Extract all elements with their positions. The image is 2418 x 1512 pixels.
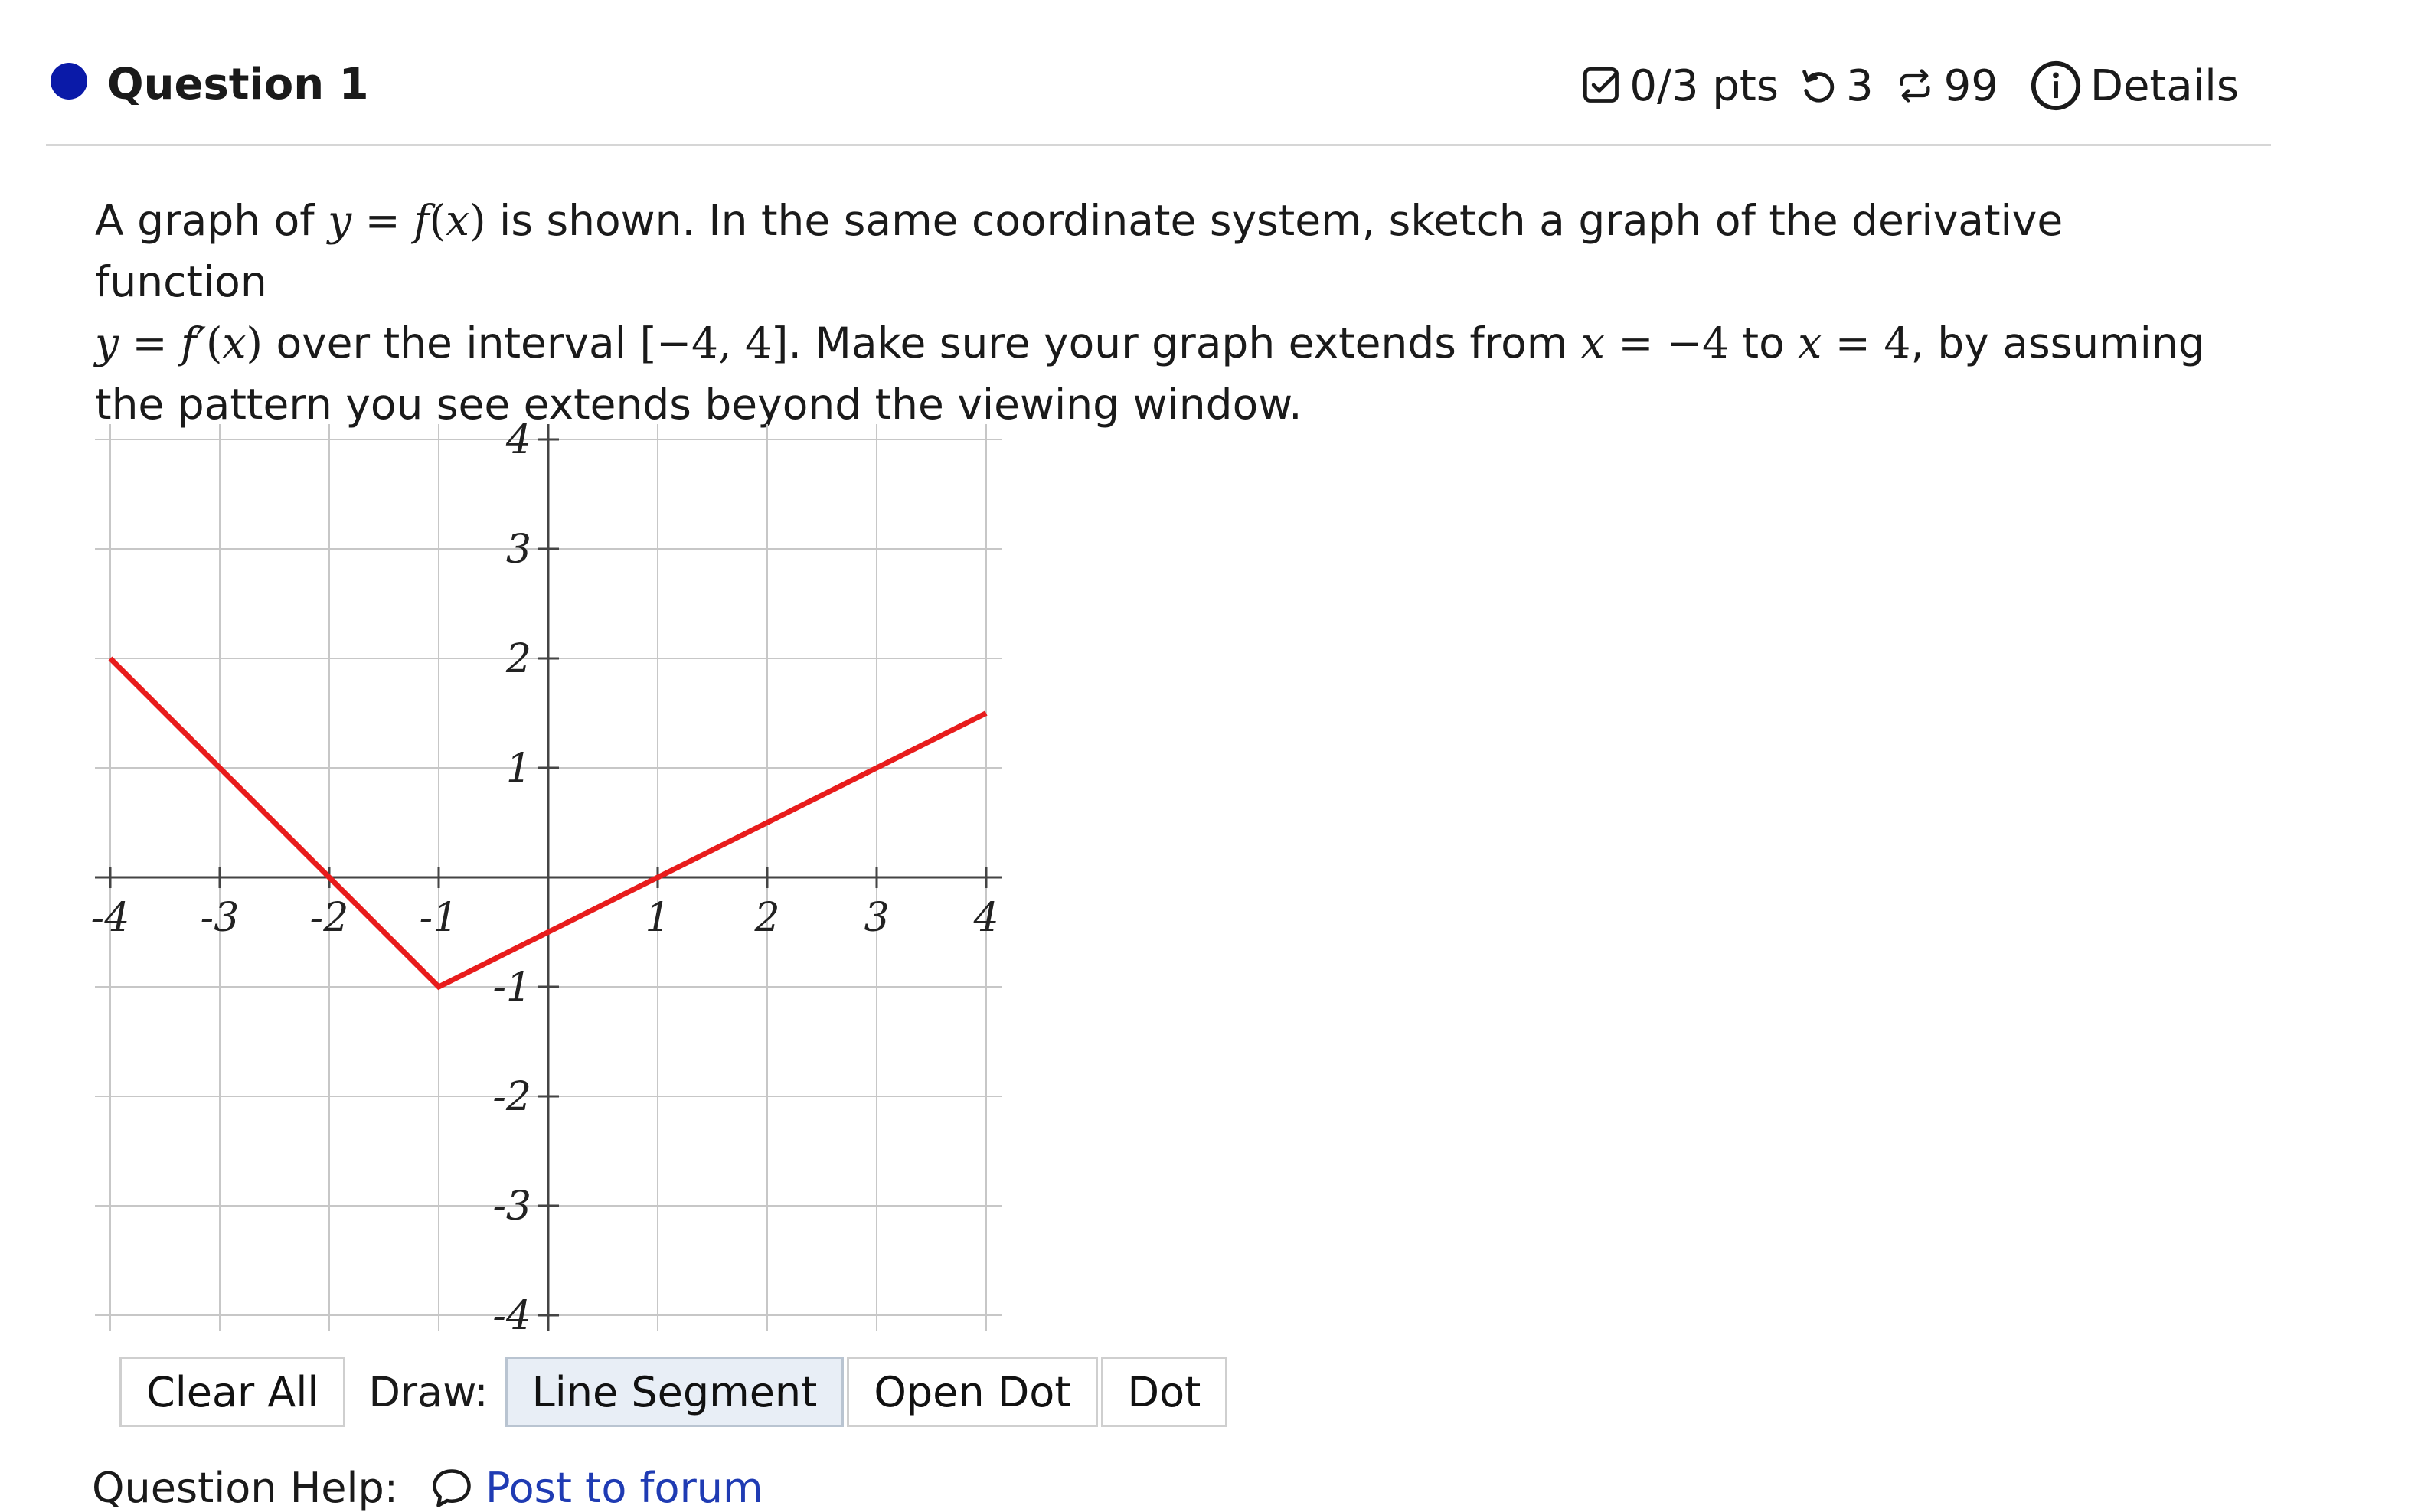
undo-icon [1802, 70, 1835, 103]
math-eq: = [119, 318, 181, 367]
attempts-indicator: 99 [1894, 61, 1998, 111]
y-tick-label: -4 [492, 1293, 531, 1339]
math-eq: = [1822, 318, 1884, 367]
x-tick-label: 2 [753, 895, 779, 941]
math-x: x [1798, 318, 1822, 367]
graph-svg[interactable]: -4 -3 -2 -1 1 2 3 4 -4 -3 -2 -1 1 2 3 4 [77, 413, 1026, 1347]
math-f: f [413, 196, 430, 245]
header-divider [46, 144, 2271, 146]
math-eq: = [351, 196, 414, 245]
points-indicator: 0/3 pts [1582, 61, 1779, 111]
question-header: Question 1 0/3 pts 3 99 Details [0, 0, 2274, 146]
x-tick-label: -1 [420, 895, 459, 941]
retries-indicator: 3 [1799, 61, 1874, 111]
y-tick-label: 4 [505, 417, 531, 463]
checkbox-icon [1583, 67, 1619, 103]
x-tick-label: 3 [864, 895, 889, 941]
math-paren: ( [206, 318, 223, 367]
x-tick-label: -2 [310, 895, 349, 941]
status-dot [51, 63, 87, 100]
math-paren: ( [429, 196, 446, 245]
details-button[interactable]: Details [2029, 59, 2239, 113]
info-icon [2031, 60, 2080, 111]
question-title: Question 1 [107, 60, 369, 109]
math-x: x [446, 196, 470, 245]
y-tick-label: -2 [492, 1074, 531, 1120]
draw-label: Draw: [368, 1367, 489, 1416]
y-tick-label: -1 [492, 965, 531, 1011]
question-help-label: Question Help: [92, 1464, 398, 1512]
attempts-count: 99 [1943, 60, 1998, 111]
math-paren: ) [469, 196, 486, 245]
math-y: y [95, 318, 119, 367]
prompt-text: . Make sure your graph extends from [788, 318, 1581, 367]
repeat-icon [1900, 69, 1930, 103]
math-eq: = [1604, 318, 1667, 367]
post-to-forum-link[interactable]: Post to forum [485, 1464, 763, 1512]
x-tick-label: -4 [91, 895, 130, 941]
prompt-line-2: y = f′(x) over the interval [−4, 4]. Mak… [95, 312, 2239, 374]
dot-button[interactable]: Dot [1100, 1357, 1228, 1427]
math-paren: ) [246, 318, 263, 367]
line-segment-button[interactable]: Line Segment [505, 1357, 845, 1427]
prompt-text: to [1729, 318, 1799, 367]
math-x: x [222, 318, 247, 367]
question-help: Question Help: Post to forum [92, 1464, 763, 1512]
x-tick-label: 1 [645, 895, 670, 941]
math-x: x [1580, 318, 1605, 367]
math-interval: [−4, 4] [639, 318, 789, 367]
question-meta: 0/3 pts 3 99 Details [1562, 47, 2239, 124]
points-text: 0/3 pts [1629, 60, 1779, 111]
math-value: −4 [1666, 318, 1730, 367]
graph-toolbar: Clear All Draw: Line Segment Open Dot Do… [119, 1355, 1228, 1429]
math-y: y [328, 196, 352, 245]
question-prompt: A graph of y = f(x) is shown. In the sam… [95, 190, 2239, 435]
prompt-text: A graph of [95, 196, 328, 245]
retries-count: 3 [1845, 60, 1874, 111]
x-tick-label: 4 [972, 895, 998, 941]
y-tick-label: 3 [506, 527, 531, 573]
prompt-line-1: A graph of y = f(x) is shown. In the sam… [95, 190, 2239, 312]
open-dot-button[interactable]: Open Dot [847, 1357, 1098, 1427]
details-label: Details [2090, 60, 2239, 111]
y-tick-label: -3 [492, 1184, 531, 1230]
y-tick-label: 1 [506, 746, 531, 792]
clear-all-button[interactable]: Clear All [119, 1357, 346, 1427]
math-value: 4 [1884, 318, 1911, 367]
math-f-prime: f′ [181, 318, 206, 367]
x-tick-label: -3 [201, 895, 240, 941]
y-tick-label: 2 [505, 636, 531, 682]
prompt-text: over the interval [262, 318, 640, 367]
graph-canvas[interactable]: -4 -3 -2 -1 1 2 3 4 -4 -3 -2 -1 1 2 3 4 [77, 413, 1026, 1347]
prompt-text: , by assuming [1910, 318, 2205, 367]
